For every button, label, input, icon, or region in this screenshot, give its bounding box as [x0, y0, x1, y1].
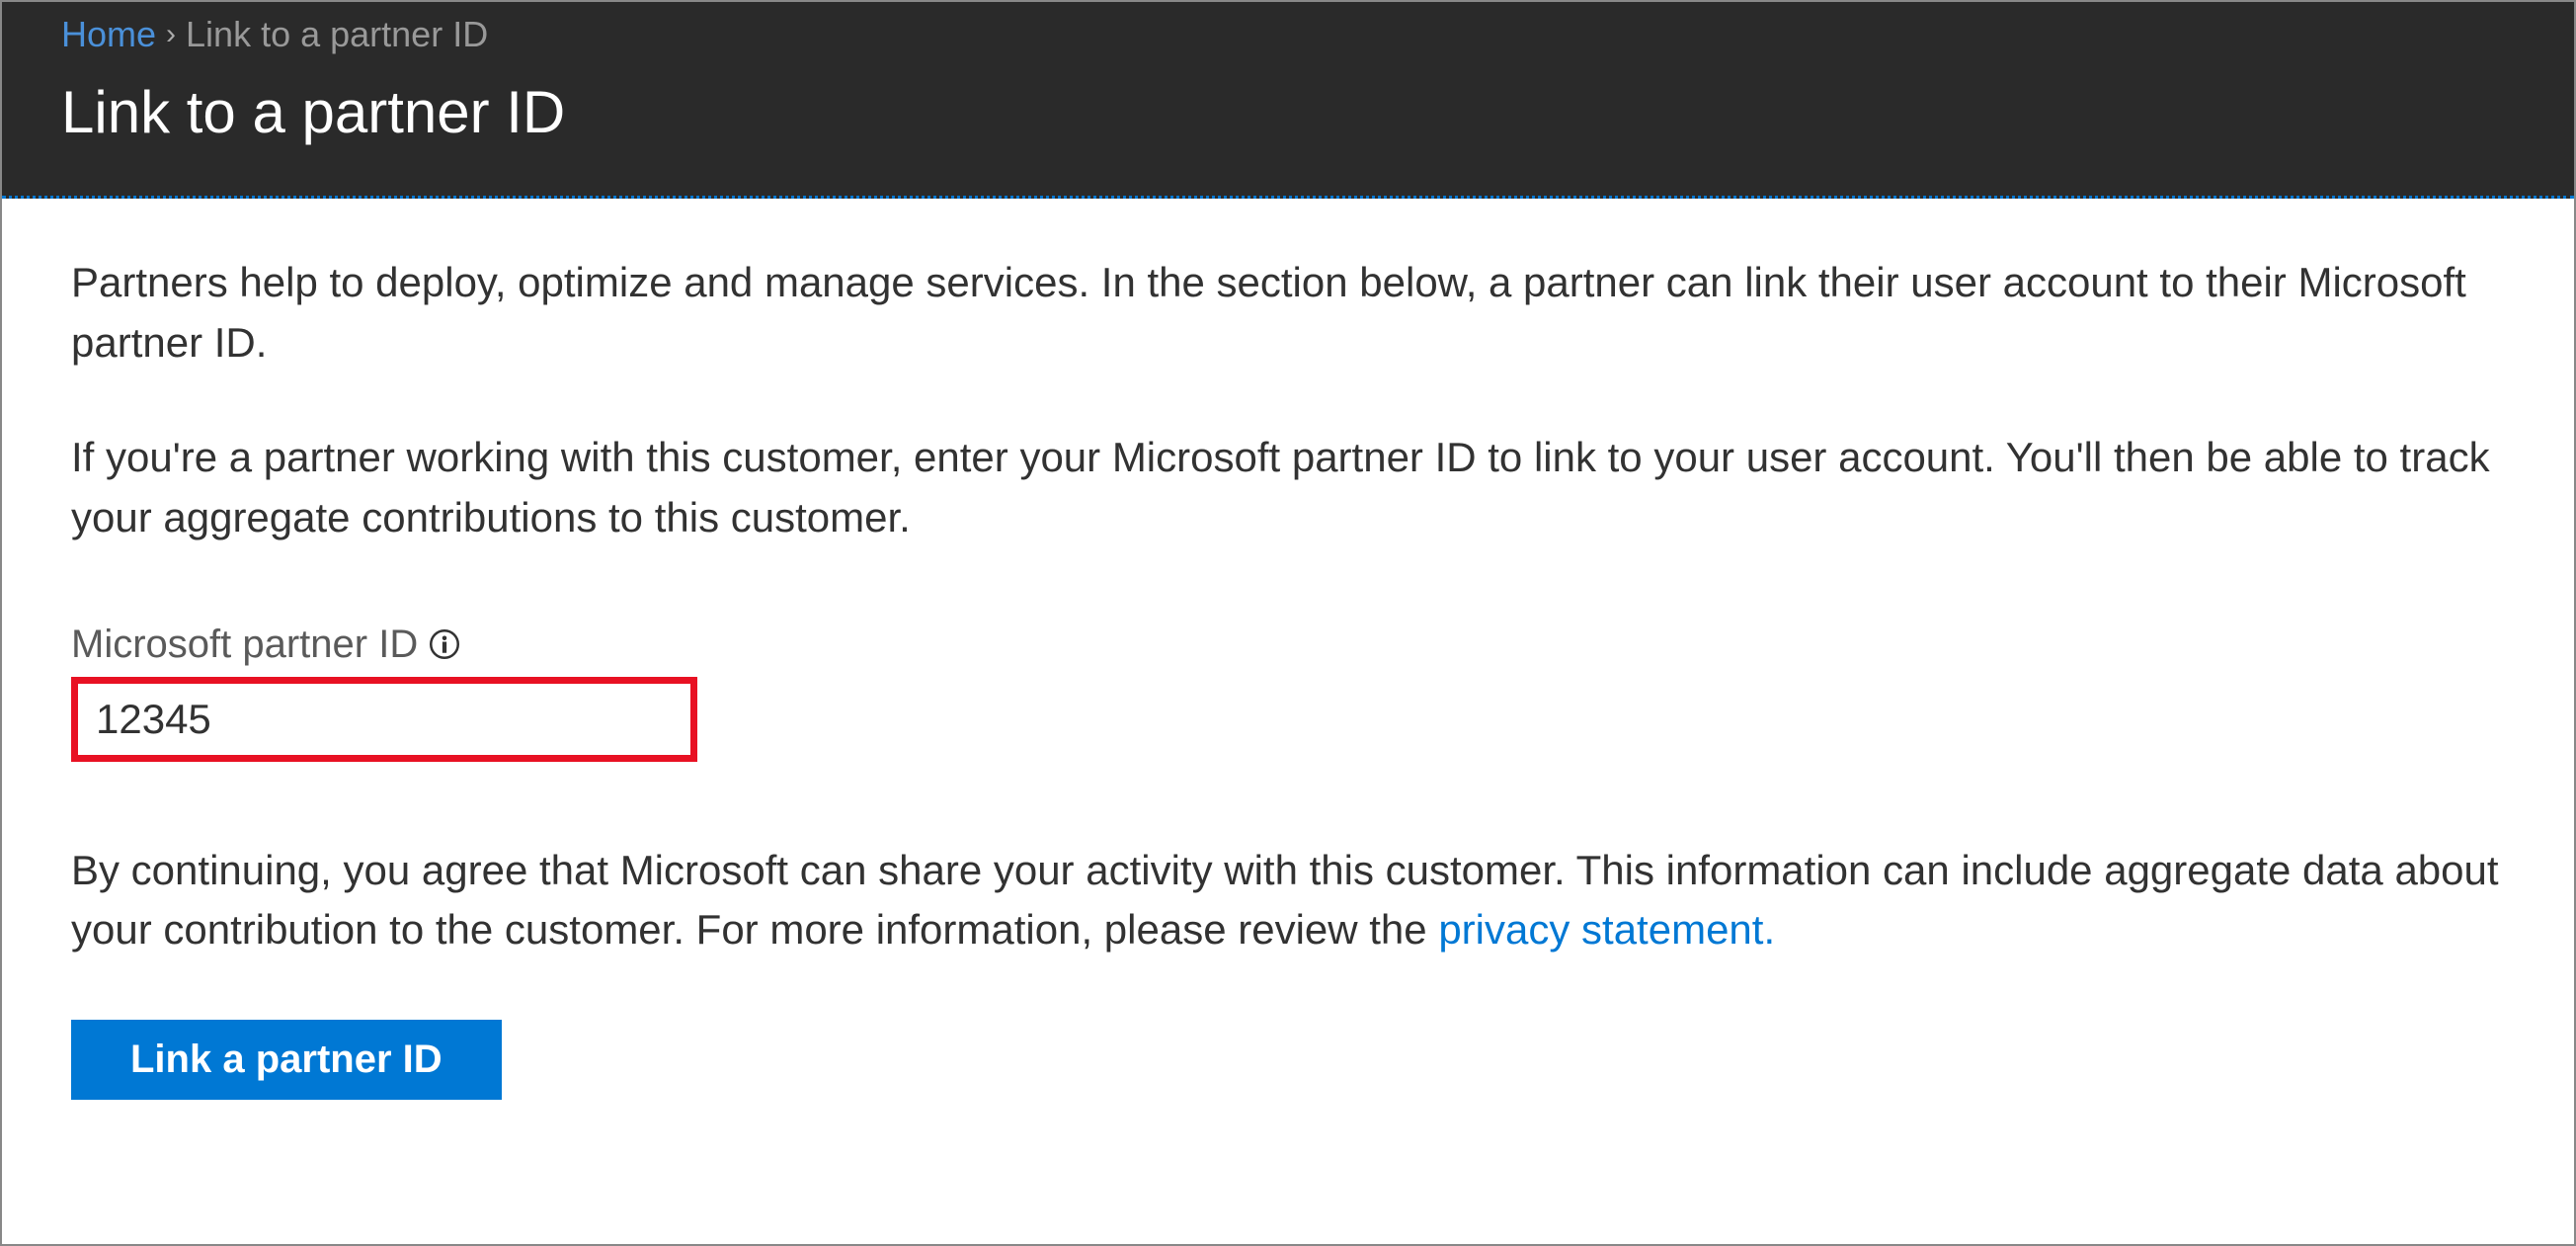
chevron-right-icon: ›: [166, 18, 176, 51]
page-container: Home › Link to a partner ID Link to a pa…: [0, 0, 2576, 1246]
content-area: Partners help to deploy, optimize and ma…: [2, 199, 2574, 1149]
privacy-statement-link[interactable]: privacy statement.: [1438, 906, 1775, 953]
partner-id-input[interactable]: [78, 684, 690, 755]
breadcrumb-current: Link to a partner ID: [186, 14, 488, 55]
partner-id-label: Microsoft partner ID: [71, 623, 418, 667]
breadcrumb: Home › Link to a partner ID: [2, 2, 2574, 63]
field-label-row: Microsoft partner ID: [71, 623, 2505, 667]
link-partner-id-button[interactable]: Link a partner ID: [71, 1020, 502, 1100]
intro-paragraph-1: Partners help to deploy, optimize and ma…: [71, 253, 2505, 374]
breadcrumb-home-link[interactable]: Home: [61, 14, 156, 55]
header-band: Home › Link to a partner ID Link to a pa…: [2, 2, 2574, 199]
info-icon[interactable]: [430, 629, 459, 659]
partner-id-input-highlight: [71, 677, 697, 762]
intro-paragraph-2: If you're a partner working with this cu…: [71, 428, 2505, 548]
agreement-prefix: By continuing, you agree that Microsoft …: [71, 847, 2499, 954]
agreement-text: By continuing, you agree that Microsoft …: [71, 841, 2505, 961]
page-title: Link to a partner ID: [2, 63, 2574, 196]
